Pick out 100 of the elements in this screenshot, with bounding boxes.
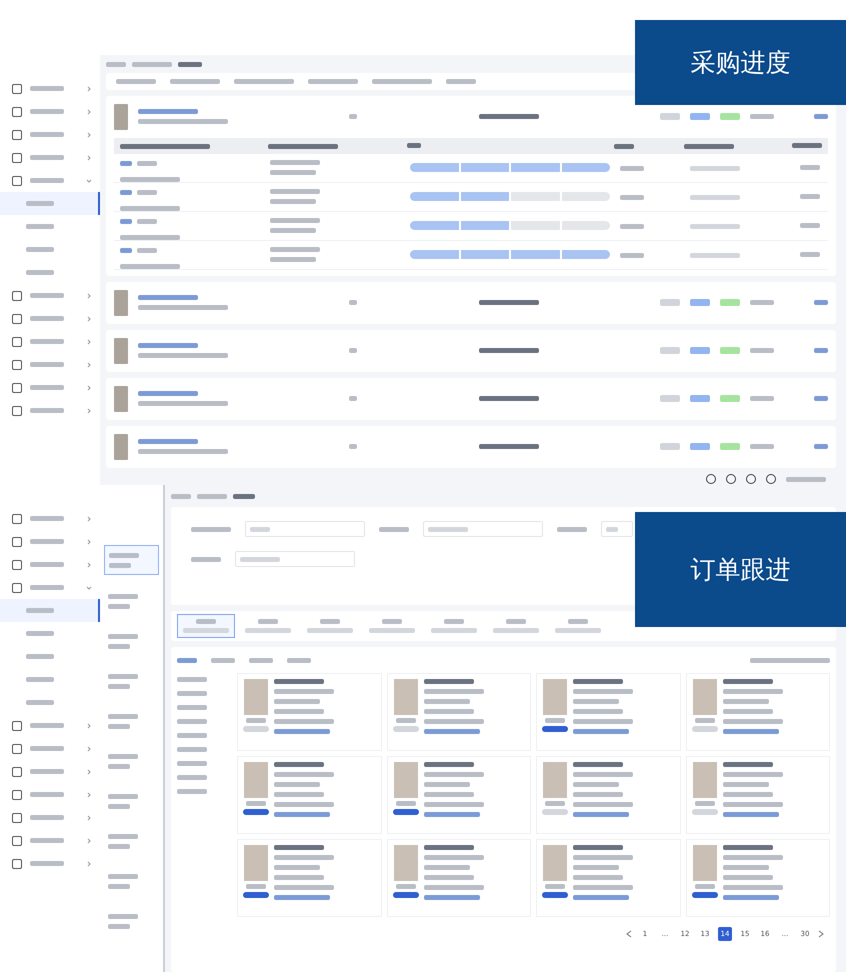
text-placeholder-bar <box>30 769 64 774</box>
photo-placeholder <box>114 386 128 412</box>
text-placeholder-bar <box>177 747 207 752</box>
photo-placeholder <box>543 845 567 881</box>
next-page-icon[interactable] <box>818 930 824 938</box>
text-placeholder-bar <box>274 885 334 890</box>
menu-icon <box>12 560 22 570</box>
product-card[interactable] <box>237 673 382 751</box>
text-placeholder-bar <box>478 114 539 120</box>
toolbar-icon[interactable] <box>766 474 776 484</box>
text-placeholder-bar <box>30 155 64 160</box>
text-placeholder-bar <box>106 62 126 67</box>
product-card[interactable] <box>237 756 382 834</box>
text-placeholder-bar <box>750 300 774 306</box>
text-placeholder-bar <box>233 494 255 498</box>
text-placeholder-bar <box>274 699 320 704</box>
text-placeholder-bar <box>30 86 64 91</box>
status-tag <box>720 299 740 306</box>
text-placeholder-bar <box>722 845 772 850</box>
text-placeholder-bar <box>120 206 180 212</box>
text-placeholder-bar <box>424 855 484 860</box>
text-placeholder-bar <box>177 658 197 662</box>
text-placeholder-bar <box>270 199 316 204</box>
product-card[interactable] <box>536 839 680 917</box>
product-card[interactable] <box>536 673 680 751</box>
text-placeholder-bar <box>109 552 139 558</box>
text-placeholder-bar <box>573 855 633 860</box>
text-placeholder-bar <box>750 444 774 450</box>
text-placeholder-bar <box>573 792 623 797</box>
text-placeholder-bar <box>108 714 138 718</box>
text-placeholder-bar <box>268 144 338 150</box>
list-card[interactable] <box>104 545 159 575</box>
text-placeholder-bar <box>177 761 207 766</box>
text-placeholder-bar <box>814 300 828 306</box>
text-placeholder-bar <box>137 248 158 254</box>
photo-placeholder <box>394 679 418 715</box>
photo-placeholder <box>394 762 418 798</box>
product-card[interactable] <box>237 839 382 917</box>
text-placeholder-bar <box>573 812 629 817</box>
product-card[interactable] <box>386 839 531 917</box>
product-card[interactable] <box>686 673 830 751</box>
menu-icon <box>12 582 22 592</box>
input-field[interactable] <box>245 521 365 537</box>
text-placeholder-bar <box>478 300 539 306</box>
text-placeholder-bar <box>722 729 778 734</box>
text-placeholder-bar <box>26 654 54 659</box>
text-placeholder-bar <box>478 348 539 354</box>
text-placeholder-bar <box>108 684 130 688</box>
sidebar-subitem[interactable] <box>0 599 100 622</box>
toolbar-icon[interactable] <box>726 474 736 484</box>
text-placeholder-bar <box>30 838 64 843</box>
text-placeholder-bar <box>722 782 768 787</box>
text-placeholder-bar <box>240 556 280 562</box>
text-placeholder-bar <box>573 885 633 890</box>
toolbar-icon[interactable] <box>706 474 716 484</box>
menu-icon <box>12 152 22 162</box>
text-placeholder-bar <box>545 718 565 723</box>
text-placeholder-bar <box>431 628 477 633</box>
text-placeholder-bar <box>274 719 334 724</box>
product-card[interactable] <box>536 756 680 834</box>
text-placeholder-bar <box>568 619 588 624</box>
product-card[interactable] <box>686 839 830 917</box>
text-placeholder-bar <box>274 865 320 870</box>
status-tab[interactable] <box>177 614 235 638</box>
product-card[interactable] <box>386 673 531 751</box>
input-field[interactable] <box>423 521 543 537</box>
text-placeholder-bar <box>606 526 618 532</box>
status-tag <box>660 395 680 402</box>
text-placeholder-bar <box>573 729 629 734</box>
text-placeholder-bar <box>26 270 54 275</box>
text-placeholder-bar <box>30 539 64 544</box>
text-placeholder-bar <box>108 634 138 638</box>
status-tag <box>660 347 680 354</box>
text-placeholder-bar <box>307 628 353 633</box>
text-placeholder-bar <box>573 895 629 900</box>
text-placeholder-bar <box>170 78 220 84</box>
text-placeholder-bar <box>108 834 138 838</box>
text-placeholder-bar <box>545 801 565 806</box>
sidebar-subitem[interactable] <box>0 192 100 215</box>
text-placeholder-bar <box>30 385 64 390</box>
text-placeholder-bar <box>349 348 358 354</box>
text-placeholder-bar <box>722 772 782 777</box>
previous-page-icon[interactable] <box>626 930 632 938</box>
text-placeholder-bar <box>573 679 623 684</box>
text-placeholder-bar <box>478 396 539 402</box>
photo-placeholder <box>543 762 567 798</box>
dropdown-field[interactable] <box>235 551 355 567</box>
status-tag <box>690 347 710 354</box>
input-field[interactable] <box>601 521 633 537</box>
text-placeholder-bar <box>270 228 316 234</box>
text-placeholder-bar <box>722 762 772 767</box>
toolbar-icon[interactable] <box>746 474 756 484</box>
text-placeholder-bar <box>132 62 172 67</box>
text-placeholder-bar <box>246 884 266 889</box>
text-placeholder-bar <box>274 772 334 777</box>
photo-placeholder <box>692 679 716 715</box>
text-placeholder-bar <box>506 619 526 624</box>
product-card[interactable] <box>686 756 830 834</box>
product-card[interactable] <box>386 756 531 834</box>
menu-icon <box>12 744 22 754</box>
